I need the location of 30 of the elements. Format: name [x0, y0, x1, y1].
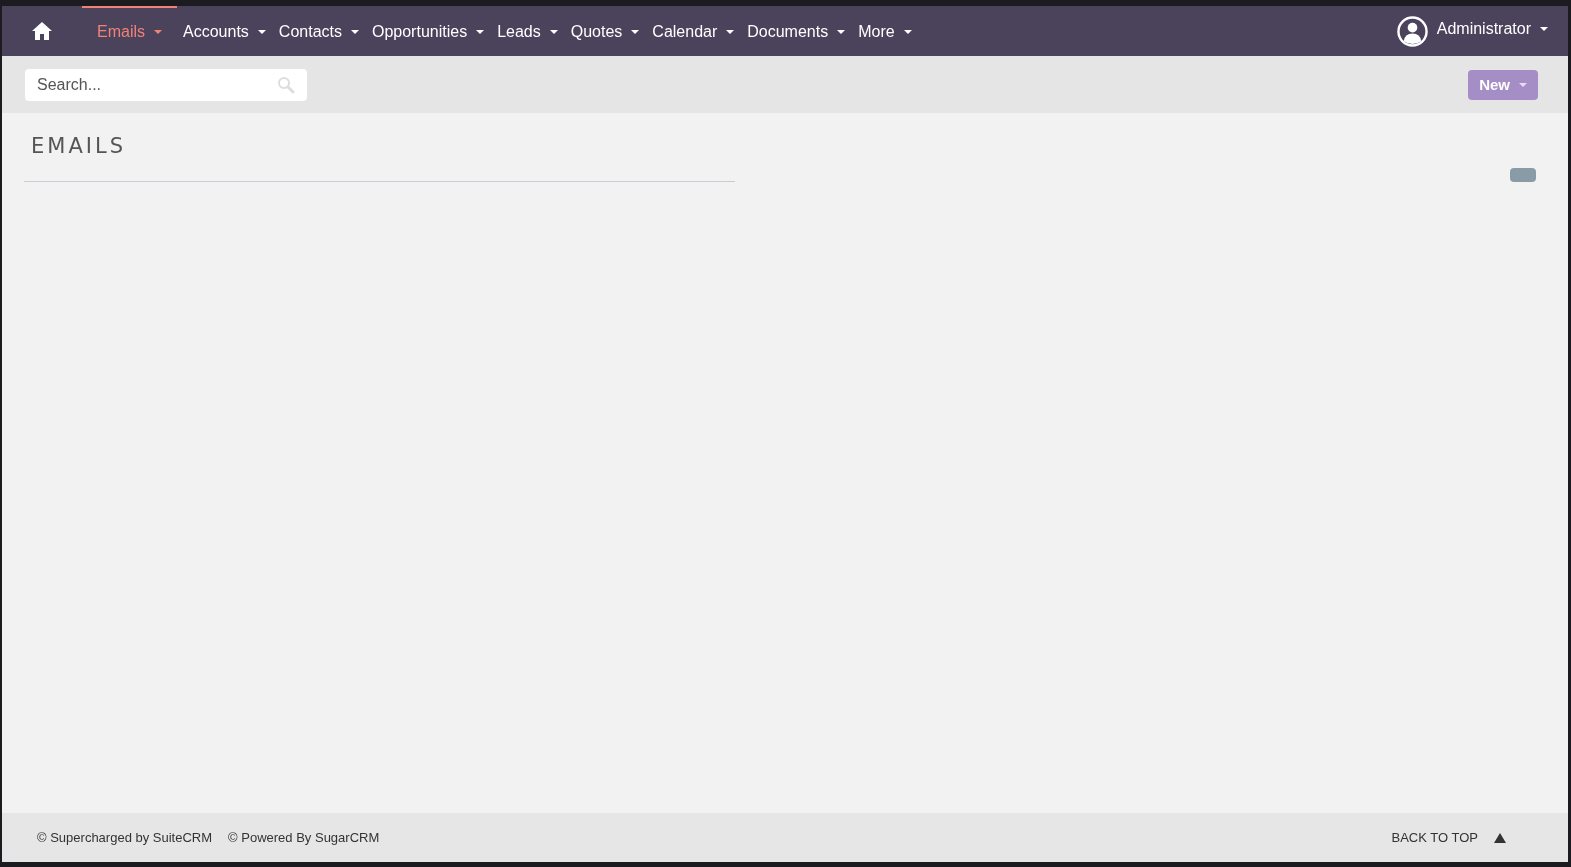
caret-icon [631, 30, 640, 34]
caret-icon [476, 30, 485, 34]
nav-tab[interactable]: Quotes [564, 6, 647, 56]
page-title: EMAILS [24, 129, 735, 182]
nav-tab[interactable]: Leads [491, 6, 565, 56]
caret-icon [154, 30, 162, 34]
caret-icon [903, 30, 912, 34]
caret-icon [1540, 26, 1548, 31]
user-avatar-icon[interactable] [1396, 15, 1428, 47]
caret-icon [1519, 82, 1527, 87]
caret-icon [726, 30, 735, 34]
toggle-button[interactable] [1510, 168, 1536, 182]
footer-link[interactable]: © Supercharged by SuiteCRM [37, 830, 213, 845]
caret-icon [549, 30, 558, 34]
nav-tab[interactable]: Accounts [177, 6, 273, 56]
nav-tab[interactable]: Calendar [646, 6, 742, 56]
nav-tab[interactable]: Contacts [272, 6, 366, 56]
up-triangle-icon[interactable] [1494, 832, 1506, 843]
nav-tab[interactable]: Opportunities [365, 6, 492, 56]
back-to-top-link[interactable]: BACK TO TOP [1391, 830, 1478, 845]
caret-icon [837, 30, 846, 34]
nav-tab[interactable]: More [852, 6, 919, 56]
nav-tab[interactable]: Documents [741, 6, 853, 56]
home-icon[interactable] [32, 22, 52, 40]
user-menu[interactable]: Administrator [1436, 19, 1548, 38]
search-icon [277, 75, 295, 94]
caret-icon [257, 30, 266, 34]
caret-icon [350, 30, 359, 34]
footer-link[interactable]: © Powered By SugarCRM [228, 830, 380, 845]
search-field[interactable]: Search... [25, 68, 307, 101]
